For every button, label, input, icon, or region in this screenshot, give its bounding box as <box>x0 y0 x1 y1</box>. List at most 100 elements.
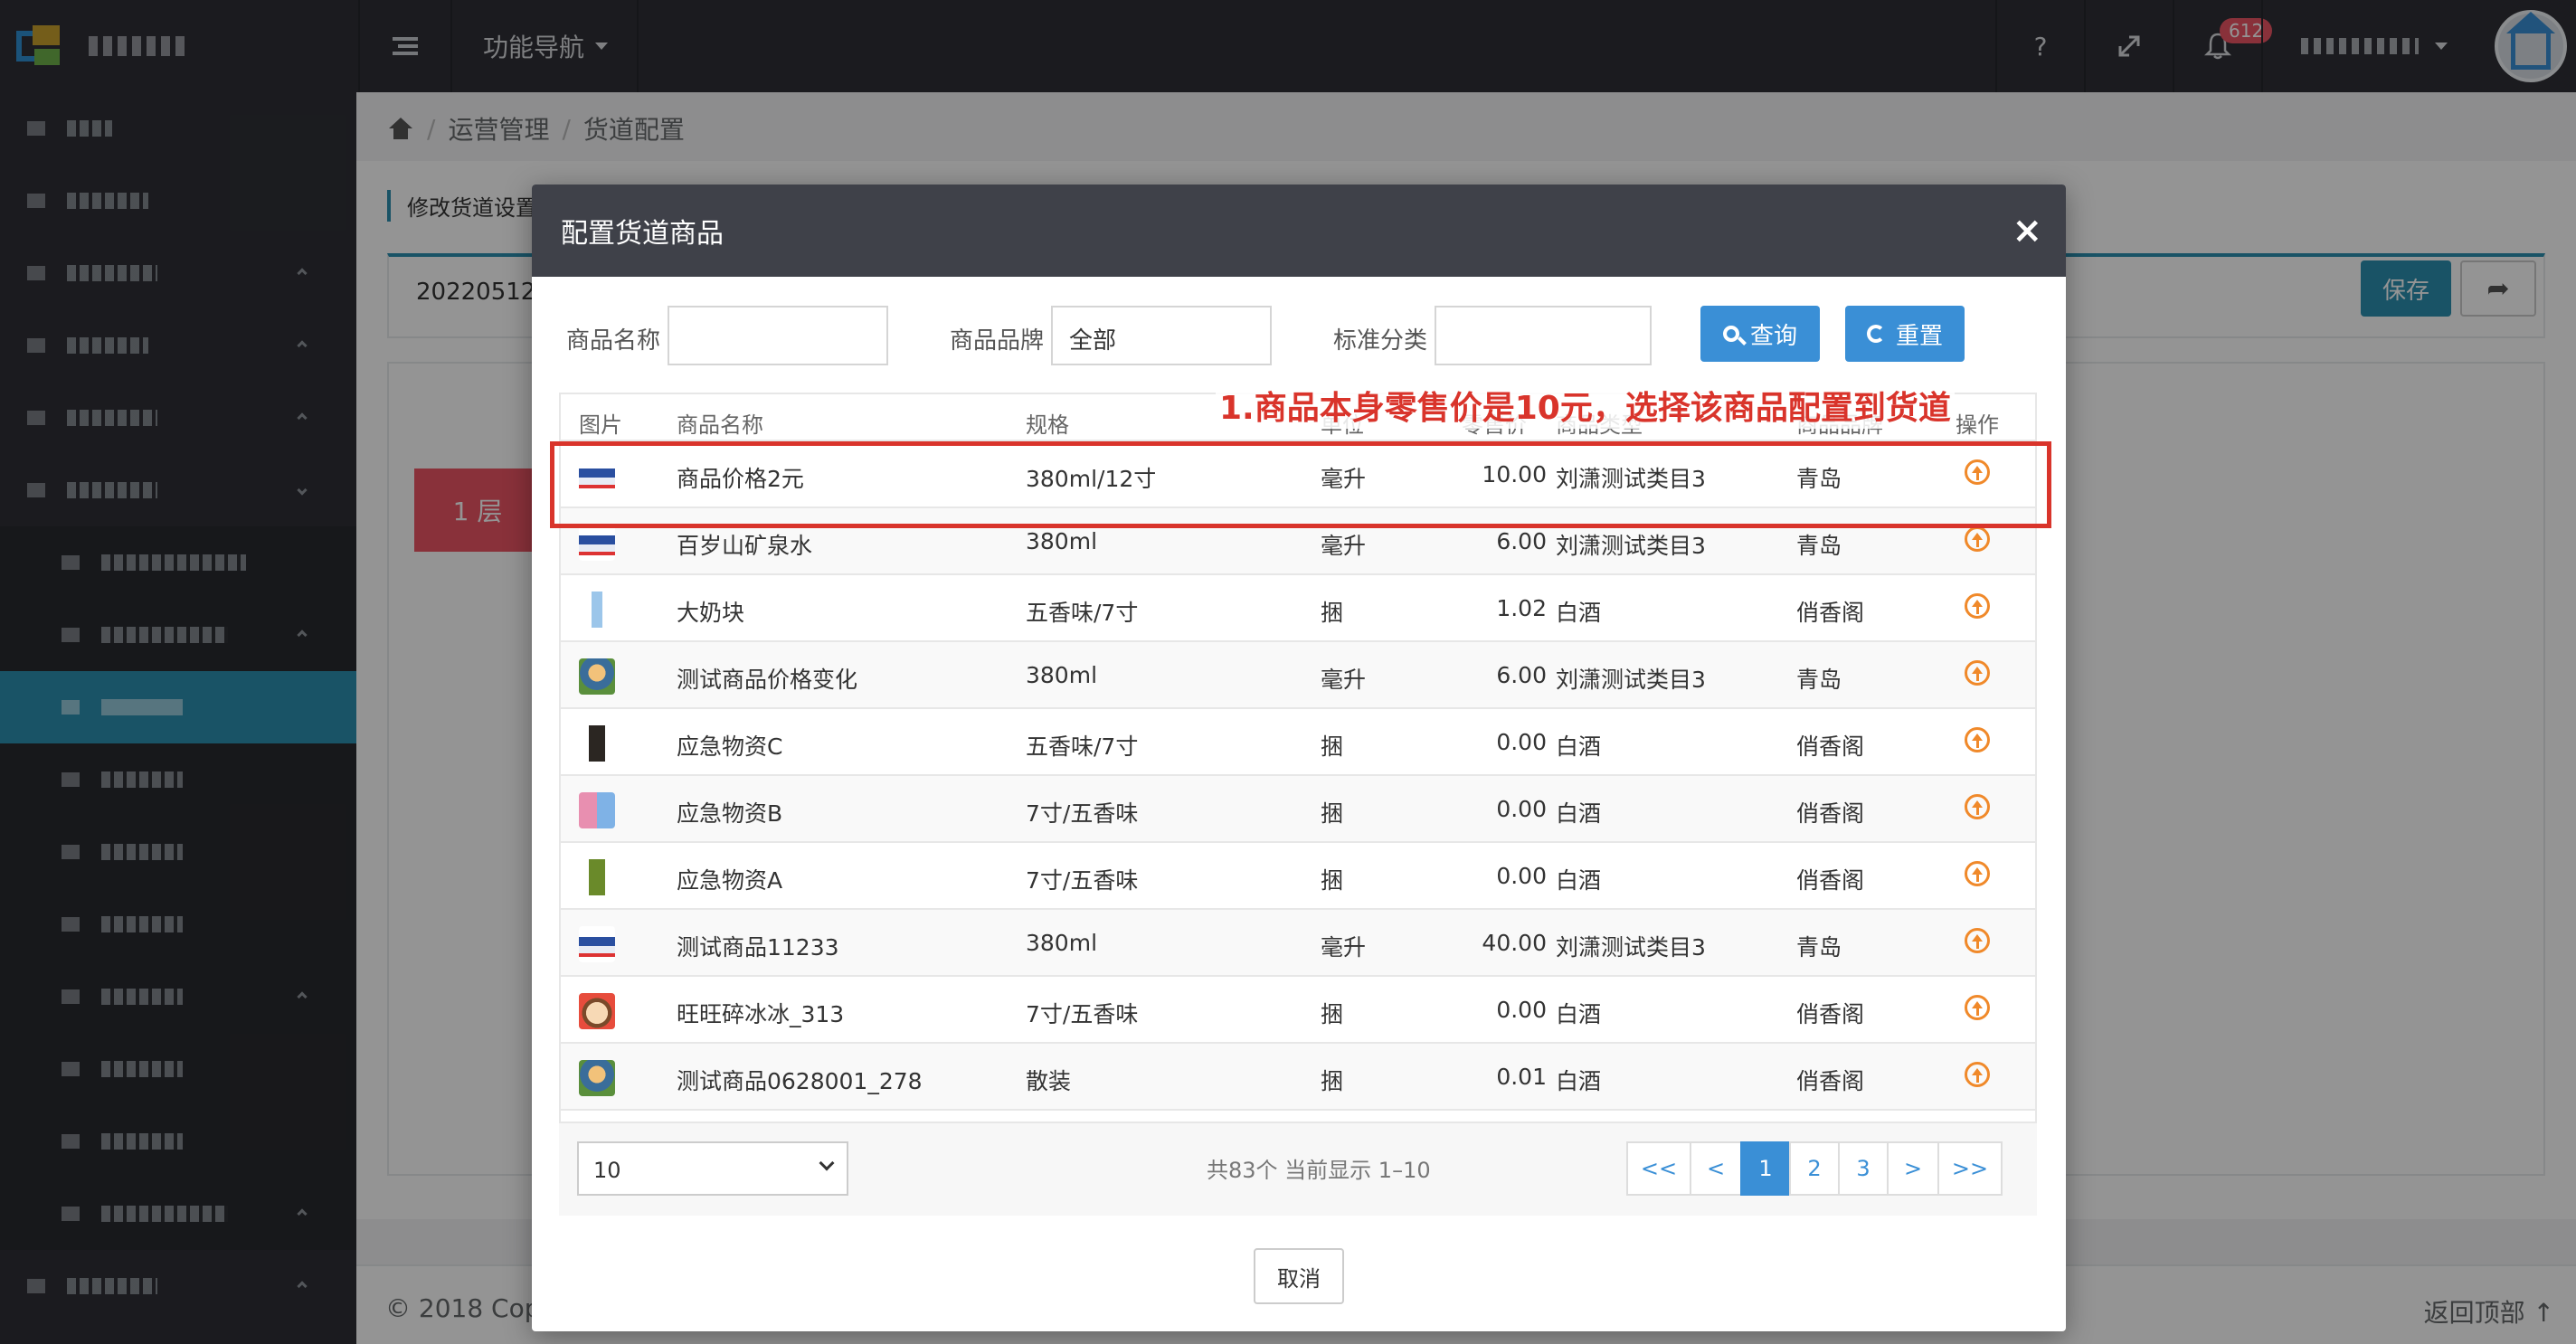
cell-retail-price: 6.00 <box>1496 662 1547 688</box>
query-button-label: 查询 <box>1749 322 1797 350</box>
table-row: 旺旺碎冰冰_313 7寸/五香味 捆 白酒 俏香阁 0.00 <box>561 977 2035 1044</box>
annotation-text: 1.商品本身零售价是10元，选择该商品配置到货道 <box>1216 382 1955 429</box>
product-name-label: 商品名称 <box>566 327 661 355</box>
cell-product-name: 百岁山矿泉水 <box>677 533 813 559</box>
column-header-image: 图片 <box>579 412 622 438</box>
pagination-button[interactable]: << <box>1626 1141 1691 1196</box>
cell-spec: 五香味/7寸 <box>1026 734 1139 760</box>
table-row: 大奶块 五香味/7寸 捆 白酒 俏香阁 1.02 <box>561 575 2035 642</box>
cell-retail-price: 0.00 <box>1496 729 1547 755</box>
cell-brand: 俏香阁 <box>1796 734 1865 760</box>
cell-product-type: 刘潇测试类目3 <box>1556 533 1706 559</box>
product-brand-select[interactable]: 全部 <box>1051 306 1272 365</box>
table-row: 测试商品价格变化 380ml 毫升 刘潇测试类目3 青岛 6.00 <box>561 642 2035 709</box>
cell-brand: 俏香阁 <box>1796 867 1865 894</box>
page-size-select[interactable]: 10 <box>577 1141 848 1196</box>
select-product-arrow-up-icon[interactable] <box>1965 794 1990 819</box>
pagination-button[interactable]: 3 <box>1838 1141 1889 1196</box>
product-image <box>579 993 615 1029</box>
column-header-action: 操作 <box>1956 412 1999 438</box>
product-brand-label: 商品品牌 <box>950 327 1045 355</box>
reset-button[interactable]: 重置 <box>1845 306 1965 362</box>
cell-product-type: 刘潇测试类目3 <box>1556 934 1706 961</box>
cell-product-name: 应急物资A <box>677 867 783 894</box>
cell-product-name: 应急物资B <box>677 800 783 827</box>
cell-product-type: 白酒 <box>1556 1068 1602 1094</box>
pagination-buttons: << <1 2 3 > >> <box>1626 1141 2003 1196</box>
modal-title: 配置货道商品 <box>561 218 724 250</box>
product-name-input[interactable] <box>668 306 888 365</box>
product-image <box>579 926 615 962</box>
product-image <box>579 792 615 828</box>
cell-brand: 青岛 <box>1796 667 1842 693</box>
select-product-arrow-up-icon[interactable] <box>1965 660 1990 686</box>
cell-product-name: 测试商品11233 <box>677 934 839 961</box>
table-row: 测试商品0628001_278 散装 捆 白酒 俏香阁 0.01 <box>561 1044 2035 1111</box>
select-product-arrow-up-icon[interactable] <box>1965 995 1990 1020</box>
highlight-box <box>550 441 2051 528</box>
pagination-button[interactable]: 1 <box>1740 1141 1791 1196</box>
cell-product-name: 旺旺碎冰冰_313 <box>677 1001 845 1027</box>
cell-spec: 五香味/7寸 <box>1026 600 1139 626</box>
chevron-down-icon <box>819 1155 835 1171</box>
cell-spec: 散装 <box>1026 1068 1072 1094</box>
product-image <box>579 525 615 561</box>
cell-product-type: 刘潇测试类目3 <box>1556 667 1706 693</box>
pagination-info: 共83个 当前显示 1–10 <box>1207 1158 1431 1183</box>
cancel-button[interactable]: 取消 <box>1254 1248 1344 1304</box>
cell-brand: 青岛 <box>1796 934 1842 961</box>
product-image <box>579 658 615 695</box>
select-product-arrow-up-icon[interactable] <box>1965 526 1990 552</box>
cell-product-type: 白酒 <box>1556 1001 1602 1027</box>
table-row: 应急物资C 五香味/7寸 捆 白酒 俏香阁 0.00 <box>561 709 2035 776</box>
select-product-arrow-up-icon[interactable] <box>1965 1062 1990 1087</box>
standard-category-input[interactable] <box>1435 306 1652 365</box>
configure-slot-product-modal: 配置货道商品 × 商品名称 商品品牌 全部 标准分类 查询 重置 图片 商品名称… <box>532 185 2066 1331</box>
cell-product-type: 白酒 <box>1556 800 1602 827</box>
cell-unit: 毫升 <box>1321 533 1367 559</box>
cell-unit: 毫升 <box>1321 934 1367 961</box>
cell-retail-price: 0.01 <box>1496 1064 1547 1090</box>
modal-header: 配置货道商品 × <box>532 185 2066 277</box>
pagination-bar: 10 共83个 当前显示 1–10 << <1 2 3 > >> <box>559 1122 2037 1216</box>
cell-unit: 捆 <box>1321 1001 1344 1027</box>
select-product-arrow-up-icon[interactable] <box>1965 861 1990 886</box>
cell-retail-price: 1.02 <box>1496 595 1547 621</box>
select-product-arrow-up-icon[interactable] <box>1965 928 1990 953</box>
cell-spec: 7寸/五香味 <box>1026 867 1139 894</box>
cell-brand: 俏香阁 <box>1796 1001 1865 1027</box>
column-header-name: 商品名称 <box>677 412 763 438</box>
cell-product-name: 测试商品价格变化 <box>677 667 858 693</box>
pagination-button[interactable]: 2 <box>1789 1141 1840 1196</box>
product-image <box>579 859 615 895</box>
cell-spec: 380ml <box>1026 930 1098 956</box>
cell-retail-price: 40.00 <box>1482 930 1547 956</box>
cell-retail-price: 0.00 <box>1496 863 1547 889</box>
cell-brand: 俏香阁 <box>1796 1068 1865 1094</box>
cell-product-name: 应急物资C <box>677 734 783 760</box>
product-image <box>579 725 615 762</box>
cell-retail-price: 0.00 <box>1496 796 1547 822</box>
pagination-button[interactable]: < <box>1690 1141 1742 1196</box>
close-icon[interactable]: × <box>2012 210 2042 251</box>
select-product-arrow-up-icon[interactable] <box>1965 593 1990 619</box>
cell-spec: 7寸/五香味 <box>1026 1001 1139 1027</box>
cell-unit: 毫升 <box>1321 667 1367 693</box>
product-image <box>579 1060 615 1096</box>
cell-unit: 捆 <box>1321 800 1344 827</box>
query-button[interactable]: 查询 <box>1700 306 1820 362</box>
search-icon <box>1722 326 1739 342</box>
cell-brand: 俏香阁 <box>1796 600 1865 626</box>
cell-spec: 380ml <box>1026 528 1098 554</box>
cell-unit: 捆 <box>1321 1068 1344 1094</box>
cell-brand: 俏香阁 <box>1796 800 1865 827</box>
product-image <box>579 592 615 628</box>
pagination-button[interactable]: >> <box>1937 1141 2003 1196</box>
table-body: 商品价格2元 380ml/12寸 毫升 刘潇测试类目3 青岛 10.00 百岁山矿泉水 380… <box>561 441 2035 1111</box>
pagination-button[interactable]: > <box>1887 1141 1939 1196</box>
cell-spec: 7寸/五香味 <box>1026 800 1139 827</box>
reset-button-label: 重置 <box>1895 322 1943 350</box>
cell-retail-price: 6.00 <box>1496 528 1547 554</box>
cell-product-type: 白酒 <box>1556 600 1602 626</box>
select-product-arrow-up-icon[interactable] <box>1965 727 1990 752</box>
